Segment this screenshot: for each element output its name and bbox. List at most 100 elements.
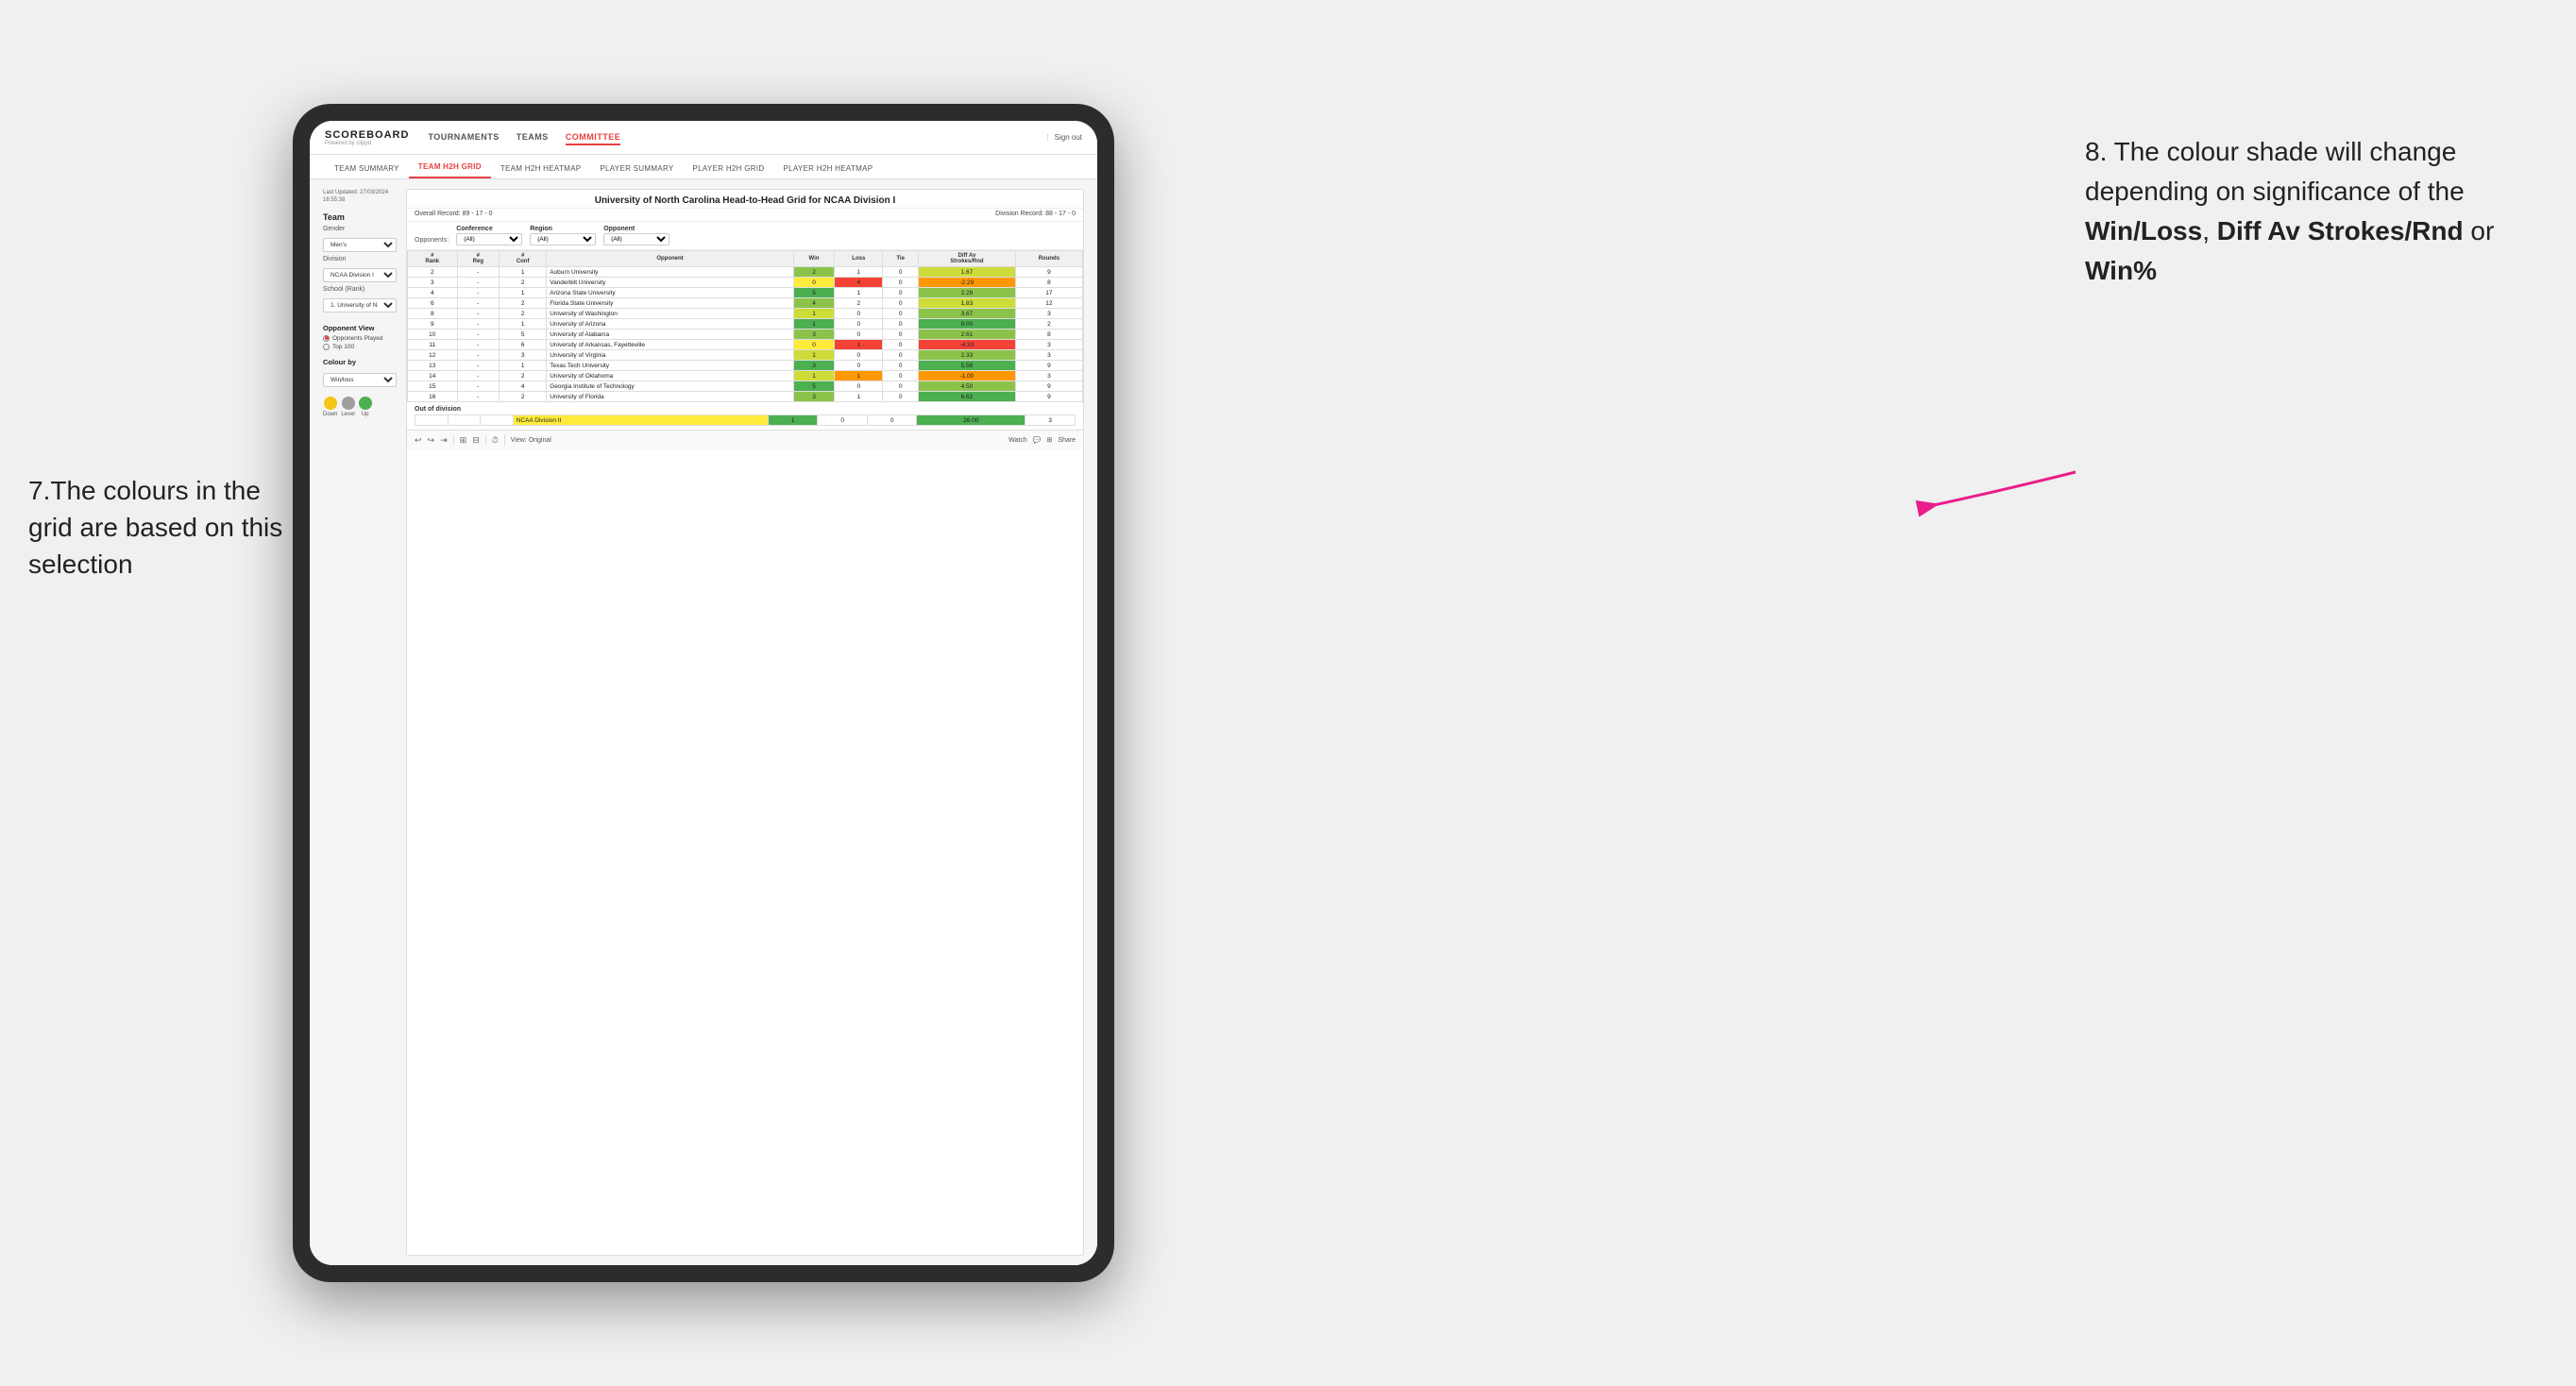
out-of-division-table: NCAA Division II 1 0 0 26.00 3 bbox=[415, 414, 1076, 426]
ood-rounds: 3 bbox=[1025, 415, 1076, 426]
opponent-filter-select[interactable]: (All) bbox=[603, 233, 669, 245]
nav-teams[interactable]: TEAMS bbox=[517, 130, 549, 145]
copy-icon[interactable]: ⊞ bbox=[460, 435, 467, 446]
comment-btn[interactable]: 💬 bbox=[1033, 436, 1042, 444]
legend-dot-level bbox=[342, 397, 355, 410]
cell-opponent: University of Virginia bbox=[547, 350, 794, 361]
sub-nav-team-h2h-grid[interactable]: TEAM H2H GRID bbox=[409, 162, 491, 178]
watch-btn[interactable]: Watch bbox=[1008, 437, 1027, 444]
filter-region: Region (All) bbox=[530, 226, 596, 245]
sub-nav-player-h2h-grid[interactable]: PLAYER H2H GRID bbox=[684, 164, 774, 178]
cell-opponent: University of Alabama bbox=[547, 330, 794, 340]
region-filter-select[interactable]: (All) bbox=[530, 233, 596, 245]
sub-nav-team-h2h-heatmap[interactable]: TEAM H2H HEATMAP bbox=[491, 164, 591, 178]
cell-rank: 15 bbox=[408, 381, 458, 392]
cell-win: 1 bbox=[793, 350, 835, 361]
cell-rounds: 12 bbox=[1015, 298, 1082, 309]
table-row: 8 - 2 University of Washington 1 0 0 3.6… bbox=[408, 309, 1083, 319]
clock-icon[interactable]: ⏱ bbox=[492, 435, 499, 446]
cell-tie: 0 bbox=[883, 288, 919, 298]
sub-nav-team-summary[interactable]: TEAM SUMMARY bbox=[325, 164, 409, 178]
toolbar-sep-1 bbox=[453, 434, 454, 446]
table-row: 6 - 2 Florida State University 4 2 0 1.8… bbox=[408, 298, 1083, 309]
layout-btn[interactable]: ⊞ bbox=[1046, 436, 1052, 444]
cell-rounds: 9 bbox=[1015, 361, 1082, 371]
nav-committee[interactable]: COMMITTEE bbox=[566, 130, 621, 145]
table-row: 10 - 5 University of Alabama 3 0 0 2.61 … bbox=[408, 330, 1083, 340]
cell-conf: 1 bbox=[500, 267, 547, 278]
col-conf: #Conf bbox=[500, 251, 547, 267]
cell-loss: 0 bbox=[835, 319, 883, 330]
sub-nav-player-summary[interactable]: PLAYER SUMMARY bbox=[590, 164, 683, 178]
cell-tie: 0 bbox=[883, 350, 919, 361]
sign-out-sep: | bbox=[1047, 133, 1049, 142]
sub-nav-player-h2h-heatmap[interactable]: PLAYER H2H HEATMAP bbox=[773, 164, 882, 178]
toolbar-sep-2 bbox=[485, 434, 486, 446]
cell-tie: 0 bbox=[883, 361, 919, 371]
undo-icon[interactable]: ↩ bbox=[415, 435, 422, 446]
nav-tournaments[interactable]: TOURNAMENTS bbox=[428, 130, 499, 145]
colour-by-select[interactable]: Win/loss bbox=[323, 373, 397, 387]
redo-icon[interactable]: ↪ bbox=[428, 435, 435, 446]
toolbar-sep-3 bbox=[504, 434, 505, 446]
cell-rounds: 9 bbox=[1015, 381, 1082, 392]
cell-tie: 0 bbox=[883, 309, 919, 319]
col-diff: Diff AvStrokes/Rnd bbox=[919, 251, 1016, 267]
share-btn[interactable]: Share bbox=[1058, 437, 1076, 444]
cell-tie: 0 bbox=[883, 278, 919, 288]
cell-diff: 1.83 bbox=[919, 298, 1016, 309]
logo-area: SCOREBOARD Powered by clippd bbox=[325, 129, 409, 146]
cell-rank: 2 bbox=[408, 267, 458, 278]
cell-conf: 6 bbox=[500, 340, 547, 350]
cell-opponent: University of Florida bbox=[547, 392, 794, 402]
legend-level: Level bbox=[341, 397, 354, 417]
nav-items: TOURNAMENTS TEAMS COMMITTEE bbox=[428, 130, 1046, 145]
cell-diff: 4.50 bbox=[919, 381, 1016, 392]
cell-rounds: 2 bbox=[1015, 319, 1082, 330]
legend-dot-down bbox=[324, 397, 337, 410]
cell-tie: 0 bbox=[883, 340, 919, 350]
forward-icon[interactable]: ⇥ bbox=[440, 435, 448, 446]
division-select[interactable]: NCAA Division I bbox=[323, 268, 397, 282]
division-label: Division bbox=[323, 256, 397, 262]
cell-conf: 1 bbox=[500, 361, 547, 371]
school-select[interactable]: 1. University of Nort... bbox=[323, 298, 397, 313]
col-opponent: Opponent bbox=[547, 251, 794, 267]
cell-tie: 0 bbox=[883, 381, 919, 392]
view-label: View: Original bbox=[511, 437, 551, 444]
out-of-division-row: NCAA Division II 1 0 0 26.00 3 bbox=[415, 415, 1076, 426]
cell-win: 4 bbox=[793, 298, 835, 309]
table-wrapper: #Rank #Reg #Conf Opponent Win Loss Tie D… bbox=[407, 250, 1083, 402]
cell-loss: 0 bbox=[835, 330, 883, 340]
cell-reg: - bbox=[457, 350, 500, 361]
cell-rank: 8 bbox=[408, 309, 458, 319]
main-content: Last Updated: 27/03/2024 16:55:38 Team G… bbox=[310, 179, 1097, 1265]
cell-rank: 16 bbox=[408, 392, 458, 402]
grid-panel: University of North Carolina Head-to-Hea… bbox=[406, 189, 1084, 1256]
col-rank: #Rank bbox=[408, 251, 458, 267]
logo-text: SCOREBOARD bbox=[325, 129, 409, 141]
table-row: 16 - 2 University of Florida 3 1 0 6.62 … bbox=[408, 392, 1083, 402]
cell-win: 1 bbox=[793, 319, 835, 330]
table-row: 3 - 2 Vanderbilt University 0 4 0 -2.29 … bbox=[408, 278, 1083, 288]
cell-rank: 12 bbox=[408, 350, 458, 361]
cell-rounds: 9 bbox=[1015, 392, 1082, 402]
grid-subtitle: Overall Record: 89 - 17 - 0 Division Rec… bbox=[407, 209, 1083, 222]
paste-icon[interactable]: ⊟ bbox=[472, 435, 480, 446]
cell-diff: -1.00 bbox=[919, 371, 1016, 381]
cell-diff: -2.29 bbox=[919, 278, 1016, 288]
cell-rank: 9 bbox=[408, 319, 458, 330]
sign-out-link[interactable]: Sign out bbox=[1055, 133, 1082, 142]
cell-rank: 4 bbox=[408, 288, 458, 298]
conference-filter-select[interactable]: (All) bbox=[456, 233, 522, 245]
ood-reg bbox=[448, 415, 481, 426]
cell-reg: - bbox=[457, 340, 500, 350]
filter-opponent: Opponent (All) bbox=[603, 226, 669, 245]
radio-top100[interactable]: Top 100 bbox=[323, 344, 397, 350]
cell-opponent: Arizona State University bbox=[547, 288, 794, 298]
cell-opponent: Texas Tech University bbox=[547, 361, 794, 371]
opponents-label: Opponents: bbox=[415, 237, 449, 245]
annotation-left: 7.The colours in the grid are based on t… bbox=[28, 472, 283, 583]
radio-opponents-played[interactable]: Opponents Played bbox=[323, 335, 397, 342]
gender-select[interactable]: Men's bbox=[323, 238, 397, 252]
